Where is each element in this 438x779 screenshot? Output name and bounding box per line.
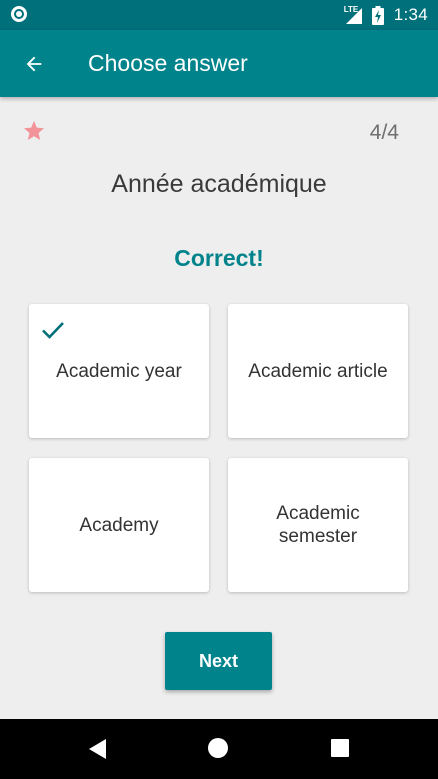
nav-recents-icon[interactable] <box>331 739 349 757</box>
app-bar: Choose answer <box>0 30 438 97</box>
answer-label: Academic semester <box>276 503 360 547</box>
answer-option-1[interactable]: Academic year <box>29 304 209 438</box>
signal-icon: LTE <box>344 6 362 24</box>
screen: LTE 1:34 Choose answer 4/4 Année académi… <box>0 0 438 779</box>
answer-label: Academy <box>79 514 159 536</box>
star-icon[interactable] <box>22 119 46 143</box>
status-bar: LTE 1:34 <box>0 0 438 30</box>
answer-option-4[interactable]: Academic semester <box>228 458 408 592</box>
system-nav-bar <box>0 719 438 779</box>
question-text: Année académique <box>111 170 327 198</box>
answer-label: Academic year <box>56 360 182 382</box>
answer-label: Academic article <box>248 360 388 382</box>
status-icons: LTE 1:34 <box>344 0 428 30</box>
nav-home-icon[interactable] <box>208 738 228 758</box>
feedback-text: Correct! <box>174 245 264 271</box>
progress-counter: 4/4 <box>369 121 399 144</box>
answer-option-3[interactable]: Academy <box>29 458 209 592</box>
answer-option-2[interactable]: Academic article <box>228 304 408 438</box>
back-button[interactable] <box>18 48 50 80</box>
arrow-back-icon <box>26 56 42 72</box>
status-time: 1:34 <box>393 5 428 24</box>
checkmark-icon <box>42 322 64 339</box>
battery-charging-icon <box>371 5 384 25</box>
nav-back-icon[interactable] <box>88 738 108 760</box>
notification-icon <box>11 6 27 22</box>
page-title: Choose answer <box>88 50 248 76</box>
next-button[interactable]: Next <box>165 632 272 690</box>
